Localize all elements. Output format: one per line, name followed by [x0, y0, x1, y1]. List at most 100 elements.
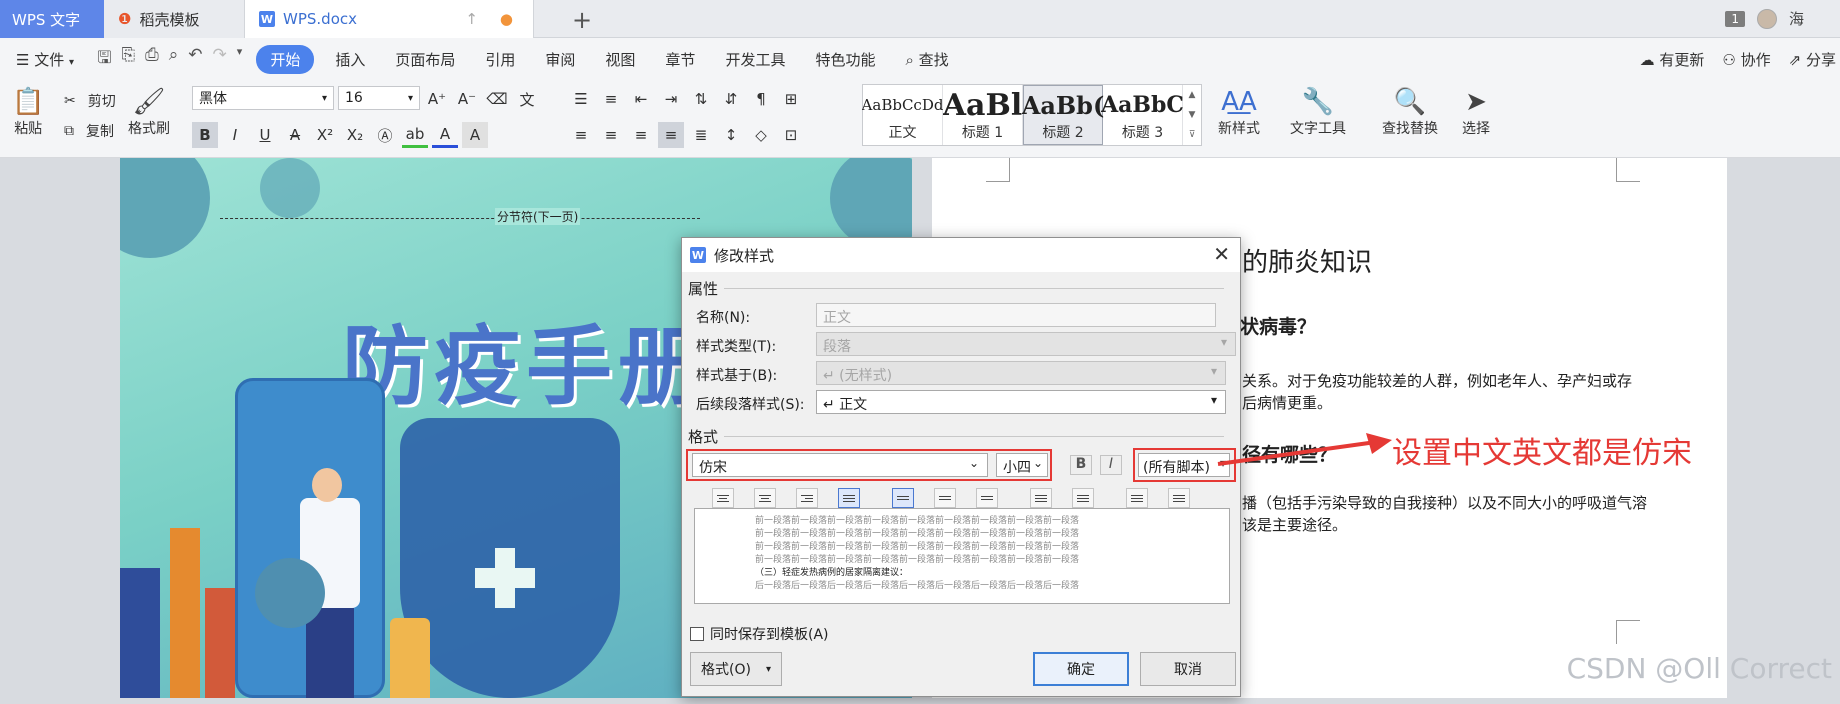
grow-font-icon[interactable]: A⁺: [424, 86, 450, 112]
print-icon[interactable]: ⎙: [145, 45, 159, 74]
style-type-select[interactable]: 段落 ▾: [816, 332, 1236, 356]
tab-home[interactable]: 开始: [256, 44, 315, 74]
shrink-font-icon[interactable]: A⁻: [454, 86, 480, 112]
tab-page-layout[interactable]: 页面布局: [380, 45, 470, 74]
superscript-icon[interactable]: X²: [312, 122, 338, 148]
style-normal[interactable]: AaBbCcDd 正文: [862, 85, 943, 145]
align-left-icon[interactable]: ≡: [568, 122, 594, 148]
tab-review[interactable]: 审阅: [530, 45, 590, 74]
doc-paragraph: 关系。对于免疫功能较差的人群，例如老年人、孕产妇或存: [1242, 372, 1633, 390]
bold-button[interactable]: B: [1070, 455, 1092, 475]
bold-icon[interactable]: B: [192, 122, 218, 148]
undo-icon[interactable]: ↶: [188, 45, 202, 74]
sort-icon[interactable]: ⇵: [718, 86, 744, 112]
align-left-icon[interactable]: [712, 488, 734, 508]
increase-indent-icon[interactable]: ⇥: [658, 86, 684, 112]
tab-insert[interactable]: 插入: [320, 45, 380, 74]
borders-icon[interactable]: ⊡: [778, 122, 804, 148]
new-style-button[interactable]: A͟A 新样式: [1218, 86, 1260, 138]
file-menu[interactable]: ☰ 文件 ▾: [0, 45, 89, 74]
tab-special[interactable]: 特色功能: [800, 45, 890, 74]
next-style-select[interactable]: ↵ 正文 ▾: [816, 390, 1226, 414]
tab-wps-writer[interactable]: WPS 文字: [0, 0, 104, 38]
strikethrough-icon[interactable]: A: [282, 122, 308, 148]
save-to-template-checkbox[interactable]: 同时保存到模板(A): [690, 624, 829, 644]
avatar[interactable]: [1756, 8, 1777, 29]
italic-button[interactable]: I: [1100, 455, 1122, 475]
double-spacing-icon[interactable]: [976, 488, 998, 508]
size-select[interactable]: 小四 ⌄: [996, 453, 1048, 477]
justify-icon[interactable]: [838, 488, 860, 508]
decrease-indent-icon[interactable]: [1126, 488, 1148, 508]
export-pdf-icon[interactable]: ⎘: [122, 45, 136, 74]
redo-icon[interactable]: ↷: [213, 45, 227, 74]
numbered-list-icon[interactable]: ≡: [598, 86, 624, 112]
new-tab-button[interactable]: +: [572, 6, 592, 34]
text-tools-button[interactable]: 🔧 文字工具: [1290, 86, 1346, 138]
find-replace-button[interactable]: 🔍 查找替换: [1382, 86, 1438, 138]
search-menu[interactable]: ⌕ 查找: [890, 45, 963, 74]
bullet-list-icon[interactable]: ☰: [568, 86, 594, 112]
tab-templates[interactable]: ❶ 稻壳模板: [104, 0, 244, 38]
align-right-icon[interactable]: [796, 488, 818, 508]
copy-button[interactable]: ⧉ 复制: [64, 116, 116, 146]
tab-chapter[interactable]: 章节: [650, 45, 710, 74]
style-scroll[interactable]: ▲ ▼ ⊽: [1183, 85, 1201, 145]
format-button[interactable]: 格式(O) ▾: [690, 652, 782, 686]
shading-icon[interactable]: ◇: [748, 122, 774, 148]
highlight-icon[interactable]: ab: [402, 122, 428, 148]
select-button[interactable]: ➤ 选择: [1462, 86, 1490, 138]
share-button[interactable]: ⇗ 分享: [1789, 49, 1836, 70]
print-preview-icon[interactable]: ⌕: [169, 45, 179, 74]
collaborate-button[interactable]: ⚇ 协作: [1722, 49, 1770, 70]
font-size-select[interactable]: 16 ▾: [338, 86, 420, 110]
style-name-field[interactable]: 正文: [816, 303, 1216, 327]
font-name-select[interactable]: 黑体 ▾: [192, 86, 334, 110]
align-right-icon[interactable]: ≡: [628, 122, 654, 148]
save-icon[interactable]: 🖫: [97, 45, 111, 74]
based-on-select[interactable]: ↵ (无样式) ▾: [816, 361, 1226, 385]
distributed-icon[interactable]: ≣: [688, 122, 714, 148]
space-after-icon[interactable]: [1072, 488, 1094, 508]
space-before-icon[interactable]: [1030, 488, 1052, 508]
align-center-icon[interactable]: ≡: [598, 122, 624, 148]
single-spacing-icon[interactable]: [892, 488, 914, 508]
cut-button[interactable]: ✂ 剪切: [64, 86, 116, 116]
font-color-icon[interactable]: A: [432, 122, 458, 148]
tab-references[interactable]: 引用: [470, 45, 530, 74]
text-direction-icon[interactable]: ⇅: [688, 86, 714, 112]
show-marks-icon[interactable]: ¶: [748, 86, 774, 112]
paste-button[interactable]: 📋 粘贴: [12, 86, 44, 138]
char-shading-icon[interactable]: A: [462, 122, 488, 148]
font-select[interactable]: 仿宋 ⌄: [692, 453, 988, 477]
ok-button[interactable]: 确定: [1033, 652, 1129, 686]
customize-chevron-icon[interactable]: ▾: [237, 45, 243, 74]
style-heading-1[interactable]: AaBl 标题 1: [943, 85, 1023, 145]
text-effect-icon[interactable]: Ⓐ: [372, 122, 398, 148]
format-painter-button[interactable]: 🖌 格式刷: [128, 86, 170, 138]
underline-icon[interactable]: U: [252, 122, 278, 148]
cancel-button[interactable]: 取消: [1140, 652, 1236, 686]
style-heading-3[interactable]: AaBbC 标题 3: [1101, 85, 1184, 145]
user-name[interactable]: 海: [1789, 8, 1804, 29]
update-button[interactable]: ☁ 有更新: [1640, 49, 1705, 70]
increase-indent-icon[interactable]: [1168, 488, 1190, 508]
table-borders-icon[interactable]: ⊞: [778, 86, 804, 112]
tab-developer[interactable]: 开发工具: [710, 45, 800, 74]
phonetic-icon[interactable]: 文: [514, 86, 540, 112]
clear-format-icon[interactable]: ⌫: [484, 86, 510, 112]
tab-view[interactable]: 视图: [590, 45, 650, 74]
style-heading-2[interactable]: AaBb( 标题 2: [1022, 85, 1104, 145]
decrease-indent-icon[interactable]: ⇤: [628, 86, 654, 112]
italic-icon[interactable]: I: [222, 122, 248, 148]
upload-icon[interactable]: ↑: [465, 10, 478, 28]
subscript-icon[interactable]: X₂: [342, 122, 368, 148]
align-center-icon[interactable]: [754, 488, 776, 508]
tab-document[interactable]: W WPS.docx ↑ ●: [244, 0, 534, 38]
line-spacing-icon[interactable]: ↕: [718, 122, 744, 148]
close-icon[interactable]: ✕: [1213, 242, 1230, 266]
window-count-badge[interactable]: 1: [1725, 10, 1745, 27]
justify-icon[interactable]: ≡: [658, 122, 684, 148]
name-label: 名称(N):: [696, 310, 751, 326]
one-half-spacing-icon[interactable]: [934, 488, 956, 508]
